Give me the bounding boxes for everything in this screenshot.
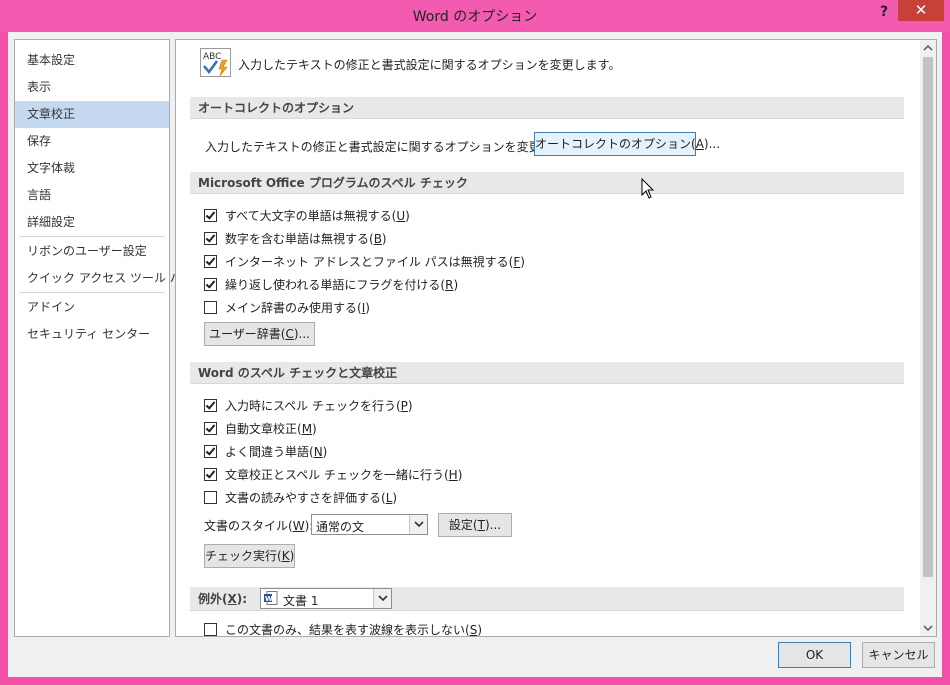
abc-icon-text: ABC bbox=[203, 52, 221, 62]
custom-dictionaries-button[interactable]: ユーザー辞書(C)... bbox=[204, 322, 315, 346]
autocorrect-description: 入力したテキストの修正と書式設定に関するオプションを変更します。 bbox=[205, 140, 588, 154]
checkbox[interactable] bbox=[204, 254, 217, 268]
sidebar-item-quick-access-toolbar[interactable]: クイック アクセス ツール バー bbox=[15, 265, 194, 292]
exceptions-document-select[interactable]: W 文書 1 bbox=[260, 588, 392, 609]
sidebar-item-general[interactable]: 基本設定 bbox=[15, 47, 169, 74]
writing-style-value: 通常の文 bbox=[316, 520, 365, 534]
help-button[interactable]: ? bbox=[872, 2, 896, 24]
sidebar-item-trust-center[interactable]: セキュリティ センター bbox=[15, 321, 169, 348]
option-grammar-with-spelling[interactable]: 文章校正とスペル チェックを一緒に行う(H) bbox=[204, 465, 462, 483]
option-check-spelling-as-you-type[interactable]: 入力時にスペル チェックを行う(P) bbox=[204, 396, 413, 414]
checkbox[interactable] bbox=[204, 421, 217, 435]
checkbox[interactable] bbox=[204, 444, 217, 458]
proofing-abc-icon: ABC bbox=[200, 48, 232, 78]
sidebar-item-save[interactable]: 保存 bbox=[15, 128, 169, 155]
vertical-scrollbar[interactable] bbox=[920, 40, 936, 636]
option-hide-errors-this-document[interactable]: この文書のみ、結果を表す波線を表示しない(S) bbox=[204, 620, 482, 636]
section-header-autocorrect: オートコレクトのオプション bbox=[190, 97, 904, 119]
option-flag-repeated-words[interactable]: 繰り返し使われる単語にフラグを付ける(R) bbox=[204, 275, 458, 293]
title-bar: Word のオプション ? ✕ bbox=[0, 0, 950, 32]
cancel-button[interactable]: キャンセル bbox=[862, 642, 935, 668]
checkbox[interactable] bbox=[204, 622, 217, 636]
option-frequently-confused-words[interactable]: よく間違う単語(N) bbox=[204, 442, 327, 460]
checkbox[interactable] bbox=[204, 300, 217, 314]
exceptions-document-value: 文書 1 bbox=[283, 594, 319, 608]
scroll-up-arrow-icon[interactable] bbox=[920, 40, 936, 56]
svg-text:W: W bbox=[265, 595, 273, 603]
scrollbar-thumb[interactable] bbox=[923, 57, 933, 577]
sidebar-item-customize-ribbon[interactable]: リボンのユーザー設定 bbox=[15, 238, 169, 265]
dialog-client: 基本設定 表示 文章校正 保存 文字体裁 言語 詳細設定 リボンのユーザー設定 … bbox=[8, 32, 942, 677]
sidebar-divider bbox=[19, 236, 165, 237]
checkbox[interactable] bbox=[204, 208, 217, 222]
grammar-settings-button[interactable]: 設定(T)... bbox=[438, 513, 512, 537]
intro-text: 入力したテキストの修正と書式設定に関するオプションを変更します。 bbox=[238, 58, 621, 72]
mouse-pointer-icon bbox=[641, 177, 655, 200]
checkbox[interactable] bbox=[204, 398, 217, 412]
sidebar-item-language[interactable]: 言語 bbox=[15, 182, 169, 209]
writing-style-label: 文書のスタイル(W): bbox=[204, 519, 314, 533]
category-sidebar: 基本設定 表示 文章校正 保存 文字体裁 言語 詳細設定 リボンのユーザー設定 … bbox=[14, 39, 194, 637]
word-document-icon: W bbox=[264, 591, 278, 609]
options-content: ABC 入力したテキストの修正と書式設定に関するオプションを変更します。 オート… bbox=[175, 39, 937, 637]
option-readability-statistics[interactable]: 文書の読みやすさを評価する(L) bbox=[204, 488, 397, 506]
sidebar-item-display[interactable]: 表示 bbox=[15, 74, 169, 101]
sidebar-item-advanced[interactable]: 詳細設定 bbox=[15, 209, 169, 236]
option-ignore-internet-addresses[interactable]: インターネット アドレスとファイル パスは無視する(F) bbox=[204, 252, 525, 270]
close-button[interactable]: ✕ bbox=[898, 0, 944, 21]
sidebar-item-addins[interactable]: アドイン bbox=[15, 294, 169, 321]
section-header-office-spelling: Microsoft Office プログラムのスペル チェック bbox=[190, 172, 904, 194]
option-ignore-uppercase[interactable]: すべて大文字の単語は無視する(U) bbox=[204, 206, 410, 224]
option-mark-grammar-errors[interactable]: 自動文章校正(M) bbox=[204, 419, 317, 437]
chevron-down-icon[interactable] bbox=[409, 515, 427, 534]
option-main-dictionary-only[interactable]: メイン辞書のみ使用する(I) bbox=[204, 298, 370, 316]
sidebar-divider bbox=[19, 292, 165, 293]
checkbox[interactable] bbox=[204, 467, 217, 481]
autocorrect-options-button[interactable]: オートコレクトのオプション(A)... bbox=[534, 132, 720, 156]
checkbox[interactable] bbox=[204, 231, 217, 245]
recheck-document-button[interactable]: チェック実行(K) bbox=[204, 544, 295, 568]
checkbox[interactable] bbox=[204, 277, 217, 291]
sidebar-item-proofing[interactable]: 文章校正 bbox=[15, 101, 169, 128]
section-header-word-spelling: Word のスペル チェックと文章校正 bbox=[190, 362, 904, 384]
chevron-down-icon[interactable] bbox=[373, 589, 391, 608]
writing-style-select[interactable]: 通常の文 bbox=[311, 514, 428, 535]
window-title: Word のオプション bbox=[412, 9, 538, 25]
checkbox[interactable] bbox=[204, 490, 217, 504]
sidebar-item-typography[interactable]: 文字体裁 bbox=[15, 155, 169, 182]
option-ignore-numbers[interactable]: 数字を含む単語は無視する(B) bbox=[204, 229, 387, 247]
ok-button[interactable]: OK bbox=[778, 642, 851, 668]
scroll-down-arrow-icon[interactable] bbox=[920, 620, 936, 636]
